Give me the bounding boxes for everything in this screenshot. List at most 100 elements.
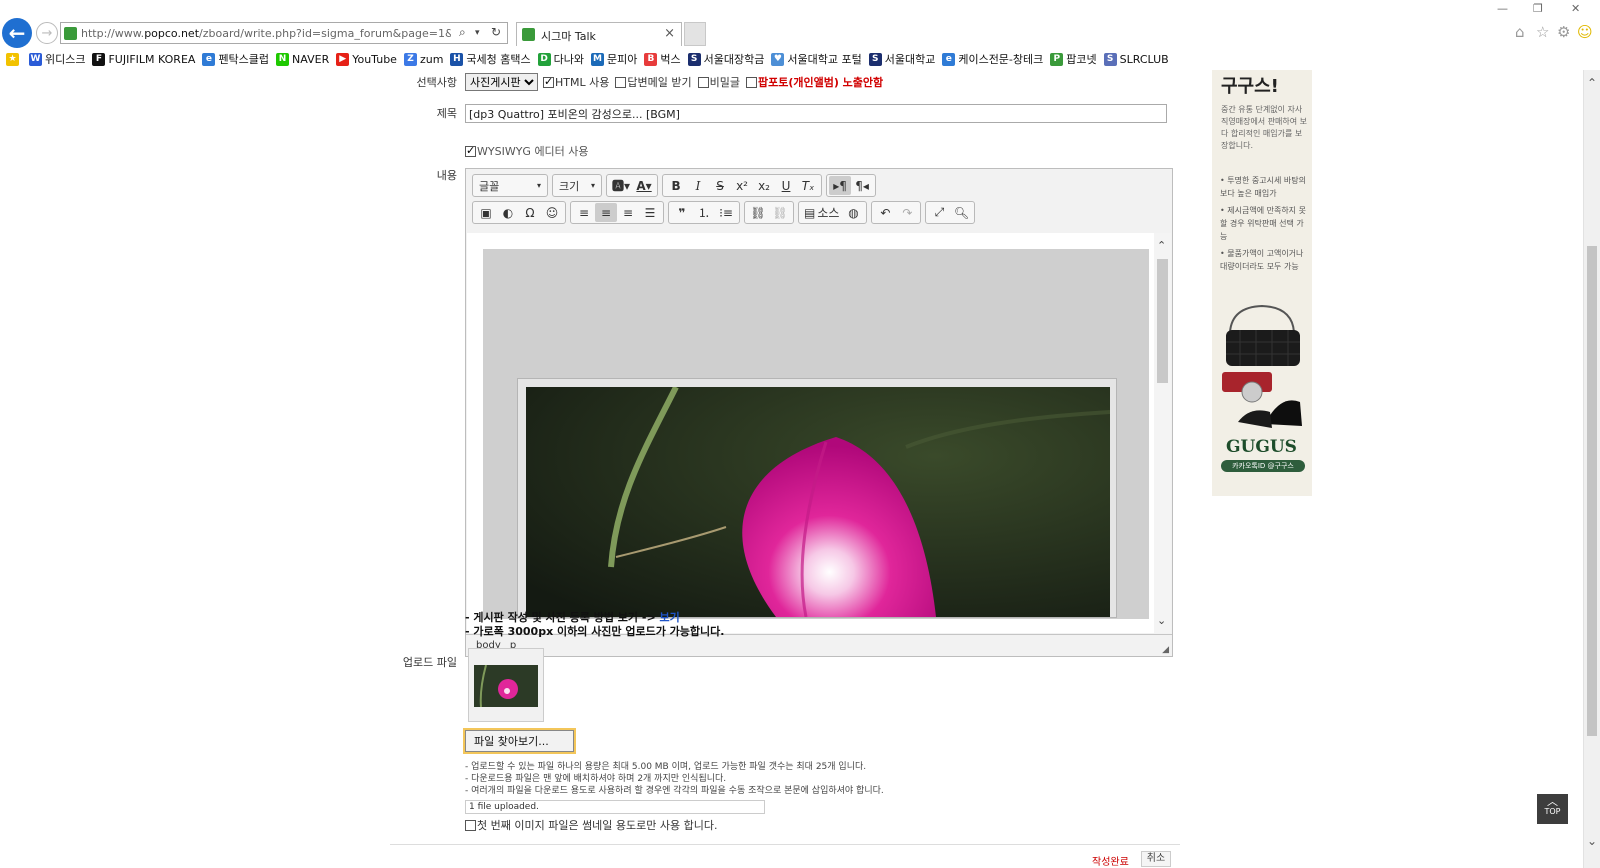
wysiwyg-checkbox[interactable] xyxy=(465,144,476,157)
page-scroll-thumb[interactable] xyxy=(1587,246,1597,736)
scroll-top-button[interactable]: ︿ TOP xyxy=(1537,794,1568,824)
bookmark-item[interactable]: ▶ YouTube xyxy=(336,52,397,66)
new-tab-button[interactable] xyxy=(684,22,706,46)
bookmark-icon: B xyxy=(644,52,658,66)
reply-mail-checkbox[interactable] xyxy=(615,76,627,88)
address-url[interactable]: http://www.popco.net/zboard/write.php?id… xyxy=(81,27,451,40)
italic-icon[interactable]: I xyxy=(687,176,709,195)
bookmark-item[interactable]: B 벅스 xyxy=(644,51,681,67)
image-icon[interactable]: ▣ xyxy=(475,203,497,222)
bold-icon[interactable]: B xyxy=(665,176,687,195)
html-label: HTML 사용 xyxy=(555,76,610,89)
bookmark-item[interactable]: S 서울대학교 xyxy=(868,51,935,67)
favorites-star-icon[interactable]: ☆ xyxy=(1536,23,1549,41)
bookmark-item[interactable]: ♥ 서울대학교 포털 xyxy=(771,51,862,67)
content-label: 내용 xyxy=(436,169,457,182)
bookmark-item[interactable]: e 펜탁스클럽 xyxy=(202,51,269,67)
tab-title: 시그마 Talk xyxy=(541,30,596,43)
chevron-up-icon[interactable]: ⌃ xyxy=(1587,76,1597,90)
resize-handle-icon[interactable]: ◢ xyxy=(1162,645,1169,655)
bookmark-item[interactable]: H 국세청 홈택스 xyxy=(450,51,531,67)
preview-icon[interactable]: 🔍︎ xyxy=(950,203,972,222)
secret-checkbox[interactable] xyxy=(697,76,709,88)
bookmark-item[interactable]: P 팝코넷 xyxy=(1050,51,1097,67)
editor-scroll-thumb[interactable] xyxy=(1157,259,1168,383)
flash-icon[interactable]: ◐ xyxy=(497,203,519,222)
html-checkbox[interactable] xyxy=(543,75,554,88)
bookmark-item[interactable]: S SLRCLUB xyxy=(1103,52,1169,66)
align-center-icon[interactable]: ≡ xyxy=(595,203,617,222)
chevron-down-icon[interactable]: ⌄ xyxy=(1587,834,1597,848)
cancel-button[interactable]: 취소 xyxy=(1141,851,1171,867)
emoticon-icon[interactable]: ☺ xyxy=(541,203,563,222)
chevron-down-icon[interactable]: ⌄ xyxy=(1157,614,1166,627)
embedded-image-frame[interactable] xyxy=(517,378,1117,618)
bookmark-icon: P xyxy=(1050,52,1064,66)
chevron-down-icon: ▾ xyxy=(590,181,595,190)
upload-thumbnail[interactable] xyxy=(468,648,544,722)
thumbnail-photo xyxy=(474,665,538,707)
unlink-icon[interactable]: ⛓ xyxy=(769,203,791,222)
remove-format-icon[interactable]: Tₓ xyxy=(797,176,819,195)
photo-album-checkbox[interactable] xyxy=(745,76,757,88)
browser-tab[interactable]: 시그마 Talk × xyxy=(516,22,682,46)
browse-file-button[interactable]: 파일 찾아보기... xyxy=(465,730,574,752)
search-icon[interactable]: ⌕ xyxy=(459,25,466,40)
align-right-icon[interactable]: ≡ xyxy=(617,203,639,222)
restore-icon[interactable]: ❐ xyxy=(1533,2,1543,15)
bookmark-item[interactable]: F FUJIFILM KOREA xyxy=(92,52,195,66)
bookmark-item[interactable]: e 케이스전문-창테크 xyxy=(942,51,1043,67)
submit-button[interactable]: 작성완료 xyxy=(1092,853,1129,868)
undo-icon[interactable]: ↶ xyxy=(874,203,896,222)
ltr-direction-icon[interactable]: ▸¶ xyxy=(829,176,852,195)
source-button[interactable]: ▤ 소스 xyxy=(801,203,842,222)
page-scrollbar[interactable]: ⌃ ⌄ xyxy=(1583,70,1600,868)
board-select[interactable]: 사진게시판 xyxy=(465,73,538,91)
smiley-feedback-icon[interactable]: ☺ xyxy=(1577,23,1593,41)
side-advertisement[interactable]: 구구스! 중간 유통 단계없이 자사 직영매장에서 판매하여 보다 합리적인 매… xyxy=(1212,70,1312,496)
font-family-combo[interactable]: 글꼴 ▾ xyxy=(472,174,548,197)
bookmark-item[interactable]: D 다나와 xyxy=(537,51,584,67)
globe-icon[interactable]: ◍ xyxy=(842,203,864,222)
font-size-combo[interactable]: 크기 ▾ xyxy=(552,174,602,197)
background-color-icon[interactable]: 🅰▾ xyxy=(609,176,633,195)
bookmark-item[interactable]: N NAVER xyxy=(276,52,329,66)
close-window-icon[interactable]: ✕ xyxy=(1571,2,1580,15)
editor-content-area[interactable]: ⌃ ⌄ xyxy=(467,233,1171,633)
title-input[interactable] xyxy=(465,104,1167,123)
numbered-list-icon[interactable]: ⒈ xyxy=(693,203,715,222)
text-color-icon[interactable]: A▾ xyxy=(633,176,655,195)
home-icon[interactable]: ⌂ xyxy=(1515,23,1525,41)
link-group: ⛓ ⛓ xyxy=(744,201,794,224)
maximize-icon[interactable]: ⤢ xyxy=(928,203,950,222)
chevron-up-icon[interactable]: ⌃ xyxy=(1157,239,1166,252)
editor-scrollbar[interactable]: ⌃ ⌄ xyxy=(1154,233,1171,633)
subscript-icon[interactable]: x₂ xyxy=(753,176,775,195)
bookmark-item[interactable]: M 문피아 xyxy=(591,51,637,67)
blockquote-icon[interactable]: ❞ xyxy=(671,203,693,222)
thumbnail-only-checkbox[interactable] xyxy=(465,819,476,831)
rtl-direction-icon[interactable]: ¶◂ xyxy=(851,176,873,195)
favorites-add-icon[interactable]: ★ xyxy=(6,52,22,66)
align-justify-icon[interactable]: ☰ xyxy=(639,203,661,222)
special-char-icon[interactable]: Ω xyxy=(519,203,541,222)
strikethrough-icon[interactable]: S xyxy=(709,176,731,195)
close-tab-icon[interactable]: × xyxy=(664,26,675,41)
back-button[interactable]: ← xyxy=(2,18,32,48)
redo-icon[interactable]: ↷ xyxy=(896,203,918,222)
bookmark-item[interactable]: W 위디스크 xyxy=(29,51,85,67)
address-bar[interactable]: http://www.popco.net/zboard/write.php?id… xyxy=(60,22,508,44)
align-left-icon[interactable]: ≡ xyxy=(573,203,595,222)
settings-gear-icon[interactable]: ⚙ xyxy=(1557,23,1570,41)
refresh-icon[interactable]: ↻ xyxy=(491,25,501,39)
bulleted-list-icon[interactable]: ⁝≡ xyxy=(715,203,737,222)
dropdown-icon[interactable]: ▾ xyxy=(475,28,480,38)
forward-button[interactable]: → xyxy=(36,22,58,44)
link-icon[interactable]: ⛓ xyxy=(747,203,769,222)
minimize-icon[interactable]: — xyxy=(1497,2,1508,15)
superscript-icon[interactable]: x² xyxy=(731,176,753,195)
bookmark-item[interactable]: S 서울대장학금 xyxy=(687,51,764,67)
bookmark-item[interactable]: Zzum xyxy=(403,52,443,66)
view-group: ⤢ 🔍︎ xyxy=(925,201,976,224)
underline-icon[interactable]: U xyxy=(775,176,797,195)
